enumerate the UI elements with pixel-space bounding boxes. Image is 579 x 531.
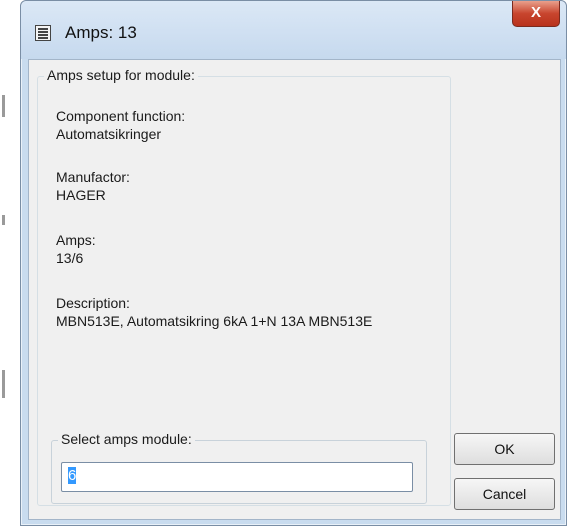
input-selected-text: 6 [68, 467, 77, 484]
component-function-label: Component function: [56, 108, 186, 124]
component-function-block: Component function: Automatsikringer [56, 107, 185, 143]
dialog-window: Amps: 13 X Amps setup for module: Compon… [20, 0, 567, 526]
app-icon [35, 25, 51, 41]
background-edge [0, 0, 20, 531]
manufacturer-block: Manufactor: HAGER [56, 168, 130, 204]
close-button[interactable]: X [512, 1, 560, 27]
amps-block: Amps: 13/6 [56, 231, 96, 267]
close-icon: X [530, 4, 541, 21]
manufacturer-value: HAGER [56, 187, 106, 203]
edge-artifact [2, 370, 5, 398]
description-block: Description: MBN513E, Automatsikring 6kA… [56, 294, 372, 330]
cancel-button[interactable]: Cancel [454, 478, 555, 510]
amps-module-input[interactable]: 6 [61, 462, 413, 492]
window-title: Amps: 13 [65, 23, 137, 42]
description-value: MBN513E, Automatsikring 6kA 1+N 13A MBN5… [56, 313, 373, 329]
manufacturer-label: Manufactor: [56, 169, 130, 185]
amps-label: Amps: [56, 232, 96, 248]
edge-artifact [2, 95, 5, 117]
component-function-value: Automatsikringer [56, 126, 162, 142]
dialog-client-area: Amps setup for module: Component functio… [28, 59, 561, 520]
amps-value: 13/6 [56, 250, 84, 266]
select-amps-group-label: Select amps module: [58, 431, 195, 447]
title-bar[interactable]: Amps: 13 X [21, 1, 566, 59]
ok-button[interactable]: OK [454, 433, 555, 465]
description-label: Description: [56, 295, 130, 311]
edge-artifact [2, 215, 5, 225]
amps-setup-group-label: Amps setup for module: [44, 67, 198, 83]
